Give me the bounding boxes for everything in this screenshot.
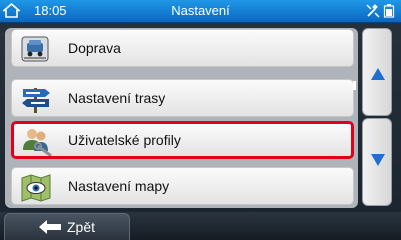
arrow-left-icon <box>39 220 61 234</box>
menu-item-label: Uživatelské profily <box>68 132 181 148</box>
menu-item-doprava[interactable]: Doprava <box>11 29 354 67</box>
back-button[interactable]: Zpět <box>4 213 130 240</box>
arrow-down-icon <box>371 154 385 166</box>
map-eye-icon <box>21 174 51 202</box>
scroll-up-button[interactable] <box>362 28 392 116</box>
battery-icon <box>383 4 395 18</box>
arrow-up-icon <box>371 68 385 80</box>
traffic-car-icon <box>21 36 49 62</box>
menu-item-nastaveni-trasy[interactable]: Nastavení trasy <box>11 79 354 117</box>
menu-item-label: Nastavení trasy <box>68 90 166 106</box>
menu-item-label: Nastavení mapy <box>68 178 170 194</box>
satellite-icon <box>366 4 380 18</box>
settings-screen: 18:05 Nastavení Doprava Nastavení trasy … <box>0 0 401 240</box>
bottom-bar: Zpět <box>0 212 401 240</box>
user-profiles-icon <box>23 129 52 156</box>
menu-item-uzivatelske-profily[interactable]: Uživatelské profily <box>11 121 354 159</box>
title-bar: 18:05 Nastavení <box>0 0 401 23</box>
menu-item-label: Doprava <box>68 40 121 56</box>
settings-menu: Doprava Nastavení trasy Uživatelské prof… <box>5 28 358 208</box>
scroll-down-button[interactable] <box>362 118 392 206</box>
route-signpost-icon <box>22 88 50 113</box>
scroll-indicator <box>353 81 356 90</box>
back-button-label: Zpět <box>67 219 96 235</box>
menu-item-nastaveni-mapy[interactable]: Nastavení mapy <box>11 167 354 205</box>
page-title: Nastavení <box>171 3 230 18</box>
